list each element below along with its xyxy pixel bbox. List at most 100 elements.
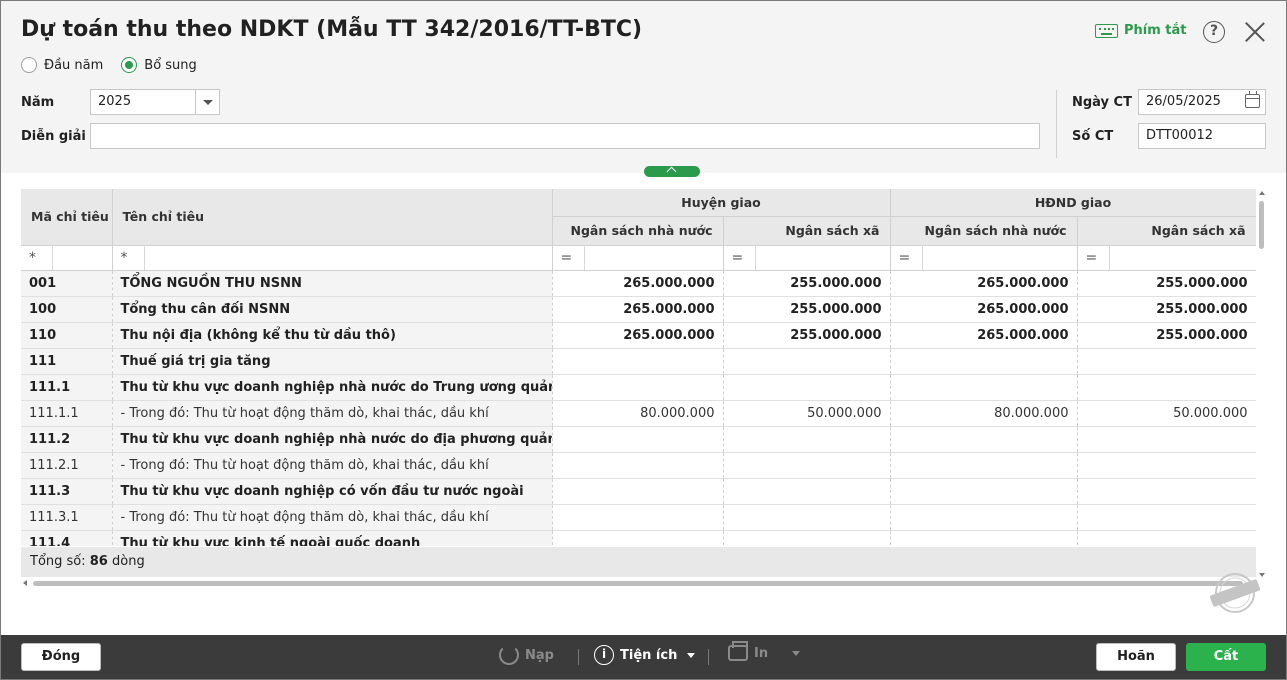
horizontal-scrollbar[interactable] <box>21 579 1256 588</box>
row-code[interactable]: 111.2 <box>21 426 113 453</box>
row-huyen-nsnn[interactable]: 265.000.000 <box>552 270 724 297</box>
row-huyen-nsnn[interactable]: 265.000.000 <box>552 322 724 349</box>
shortcut-button[interactable]: Phím tắt <box>1095 23 1187 38</box>
filter-op[interactable]: * <box>121 245 145 270</box>
row-hdnd-nsnn[interactable] <box>890 504 1078 531</box>
header-hdnd-nsnn[interactable]: Ngân sách nhà nước <box>890 216 1078 246</box>
ngay-ct-date-input[interactable]: 26/05/2025 <box>1138 89 1266 115</box>
filter-op[interactable]: = <box>732 245 756 270</box>
row-name[interactable]: - Trong đó: Thu từ hoạt động thăm dò, kh… <box>112 504 553 531</box>
row-name[interactable]: Thu nội địa (không kể thu từ dầu thô) <box>112 322 553 349</box>
row-huyen-nsx[interactable]: 255.000.000 <box>723 322 891 349</box>
row-name[interactable]: Tổng thu cân đối NSNN <box>112 296 553 323</box>
filter-op[interactable]: = <box>899 245 923 270</box>
row-name[interactable]: Thu từ khu vực kinh tế ngoài quốc doanh <box>112 530 553 546</box>
row-huyen-nsx[interactable] <box>723 426 891 453</box>
row-huyen-nsx[interactable] <box>723 478 891 505</box>
row-code[interactable]: 001 <box>21 270 113 297</box>
table-row[interactable]: 111.3.1- Trong đó: Thu từ hoạt động thăm… <box>21 504 1256 531</box>
row-hdnd-nsx[interactable]: 255.000.000 <box>1077 270 1256 297</box>
reload-button[interactable]: Nạp <box>499 645 554 665</box>
collapse-header-button[interactable] <box>644 166 700 177</box>
row-hdnd-nsx[interactable] <box>1077 504 1256 531</box>
row-huyen-nsx[interactable] <box>723 348 891 375</box>
filter-op[interactable]: * <box>29 245 53 270</box>
row-hdnd-nsnn[interactable]: 265.000.000 <box>890 322 1078 349</box>
row-huyen-nsx[interactable] <box>723 452 891 479</box>
row-hdnd-nsnn[interactable] <box>890 374 1078 401</box>
row-hdnd-nsnn[interactable] <box>890 478 1078 505</box>
row-hdnd-nsx[interactable] <box>1077 478 1256 505</box>
filter-ten[interactable]: * <box>112 245 553 271</box>
row-hdnd-nsx[interactable] <box>1077 452 1256 479</box>
close-button[interactable]: Đóng <box>21 643 101 671</box>
row-name[interactable]: Thu từ khu vực doanh nghiệp nhà nước do … <box>112 374 553 401</box>
row-hdnd-nsnn[interactable]: 80.000.000 <box>890 400 1078 427</box>
so-ct-input[interactable]: DTT00012 <box>1138 123 1266 149</box>
filter-v1[interactable]: = <box>552 245 724 271</box>
nam-select[interactable]: 2025 <box>90 89 220 115</box>
row-hdnd-nsnn[interactable]: 265.000.000 <box>890 270 1078 297</box>
row-code[interactable]: 111.4 <box>21 530 113 546</box>
row-hdnd-nsnn[interactable] <box>890 426 1078 453</box>
header-ma-chi-tieu[interactable]: Mã chỉ tiêu <box>21 189 113 246</box>
row-name[interactable]: Thuế giá trị gia tăng <box>112 348 553 375</box>
utility-menu-button[interactable]: i Tiện ích <box>594 645 696 665</box>
row-huyen-nsnn[interactable] <box>552 530 724 546</box>
chevron-down-icon[interactable] <box>195 90 219 114</box>
header-huyen-nsnn[interactable]: Ngân sách nhà nước <box>552 216 724 246</box>
filter-v2[interactable]: = <box>723 245 891 271</box>
row-hdnd-nsnn[interactable] <box>890 530 1078 546</box>
row-huyen-nsx[interactable] <box>723 530 891 546</box>
row-huyen-nsx[interactable] <box>723 504 891 531</box>
row-code[interactable]: 111.1 <box>21 374 113 401</box>
row-hdnd-nsx[interactable]: 255.000.000 <box>1077 296 1256 323</box>
scroll-thumb[interactable] <box>1259 201 1264 249</box>
row-hdnd-nsnn[interactable] <box>890 452 1078 479</box>
filter-ma[interactable]: * <box>21 245 113 271</box>
row-code[interactable]: 111.1.1 <box>21 400 113 427</box>
row-hdnd-nsx[interactable] <box>1077 530 1256 546</box>
table-row[interactable]: 111.2 Thu từ khu vực doanh nghiệp nhà nướ… <box>21 426 1256 453</box>
filter-v4[interactable]: = <box>1077 245 1256 271</box>
table-row[interactable]: 110 Thu nội địa (không kể thu từ dầu thô)… <box>21 322 1256 349</box>
calendar-icon[interactable] <box>1245 91 1260 108</box>
filter-op[interactable]: = <box>561 245 585 270</box>
row-code[interactable]: 110 <box>21 322 113 349</box>
row-huyen-nsnn[interactable] <box>552 374 724 401</box>
table-row[interactable]: 111.4 Thu từ khu vực kinh tế ngoài quốc d… <box>21 530 1256 546</box>
table-row[interactable]: 001 TỔNG NGUỒN THU NSNN 265.000.000 255.000… <box>21 270 1256 297</box>
row-huyen-nsnn[interactable] <box>552 348 724 375</box>
scroll-up-icon[interactable] <box>1259 191 1265 195</box>
header-hdnd-nsx[interactable]: Ngân sách xã <box>1077 216 1256 246</box>
header-huyen-nsx[interactable]: Ngân sách xã <box>723 216 891 246</box>
row-name[interactable]: Thu từ khu vực doanh nghiệp có vốn đầu t… <box>112 478 553 505</box>
row-name[interactable]: TỔNG NGUỒN THU NSNN <box>112 270 553 297</box>
row-huyen-nsx[interactable]: 255.000.000 <box>723 270 891 297</box>
print-button[interactable]: In <box>728 641 801 661</box>
row-huyen-nsnn[interactable] <box>552 478 724 505</box>
close-icon[interactable] <box>1244 21 1266 43</box>
table-row[interactable]: 111 Thuế giá trị gia tăng <box>21 348 1256 375</box>
row-code[interactable]: 111.2.1 <box>21 452 113 479</box>
row-hdnd-nsnn[interactable] <box>890 348 1078 375</box>
row-huyen-nsnn[interactable] <box>552 504 724 531</box>
row-code[interactable]: 111.3.1 <box>21 504 113 531</box>
row-name[interactable]: - Trong đó: Thu từ hoạt động thăm dò, kh… <box>112 452 553 479</box>
scroll-left-icon[interactable] <box>23 580 27 586</box>
row-code[interactable]: 111.3 <box>21 478 113 505</box>
table-row[interactable]: 111.2.1- Trong đó: Thu từ hoạt động thăm… <box>21 452 1256 479</box>
row-huyen-nsnn[interactable] <box>552 426 724 453</box>
filter-v3[interactable]: = <box>890 245 1078 271</box>
row-code[interactable]: 111 <box>21 348 113 375</box>
dien-giai-input[interactable] <box>90 123 1040 149</box>
table-row[interactable]: 111.1 Thu từ khu vực doanh nghiệp nhà nướ… <box>21 374 1256 401</box>
row-huyen-nsx[interactable] <box>723 374 891 401</box>
table-row[interactable]: 100 Tổng thu cân đối NSNN 265.000.000 255.0… <box>21 296 1256 323</box>
row-huyen-nsnn[interactable]: 80.000.000 <box>552 400 724 427</box>
row-hdnd-nsx[interactable] <box>1077 426 1256 453</box>
row-hdnd-nsx[interactable]: 50.000.000 <box>1077 400 1256 427</box>
vertical-scrollbar[interactable] <box>1257 189 1267 579</box>
row-huyen-nsnn[interactable] <box>552 452 724 479</box>
row-huyen-nsx[interactable]: 255.000.000 <box>723 296 891 323</box>
